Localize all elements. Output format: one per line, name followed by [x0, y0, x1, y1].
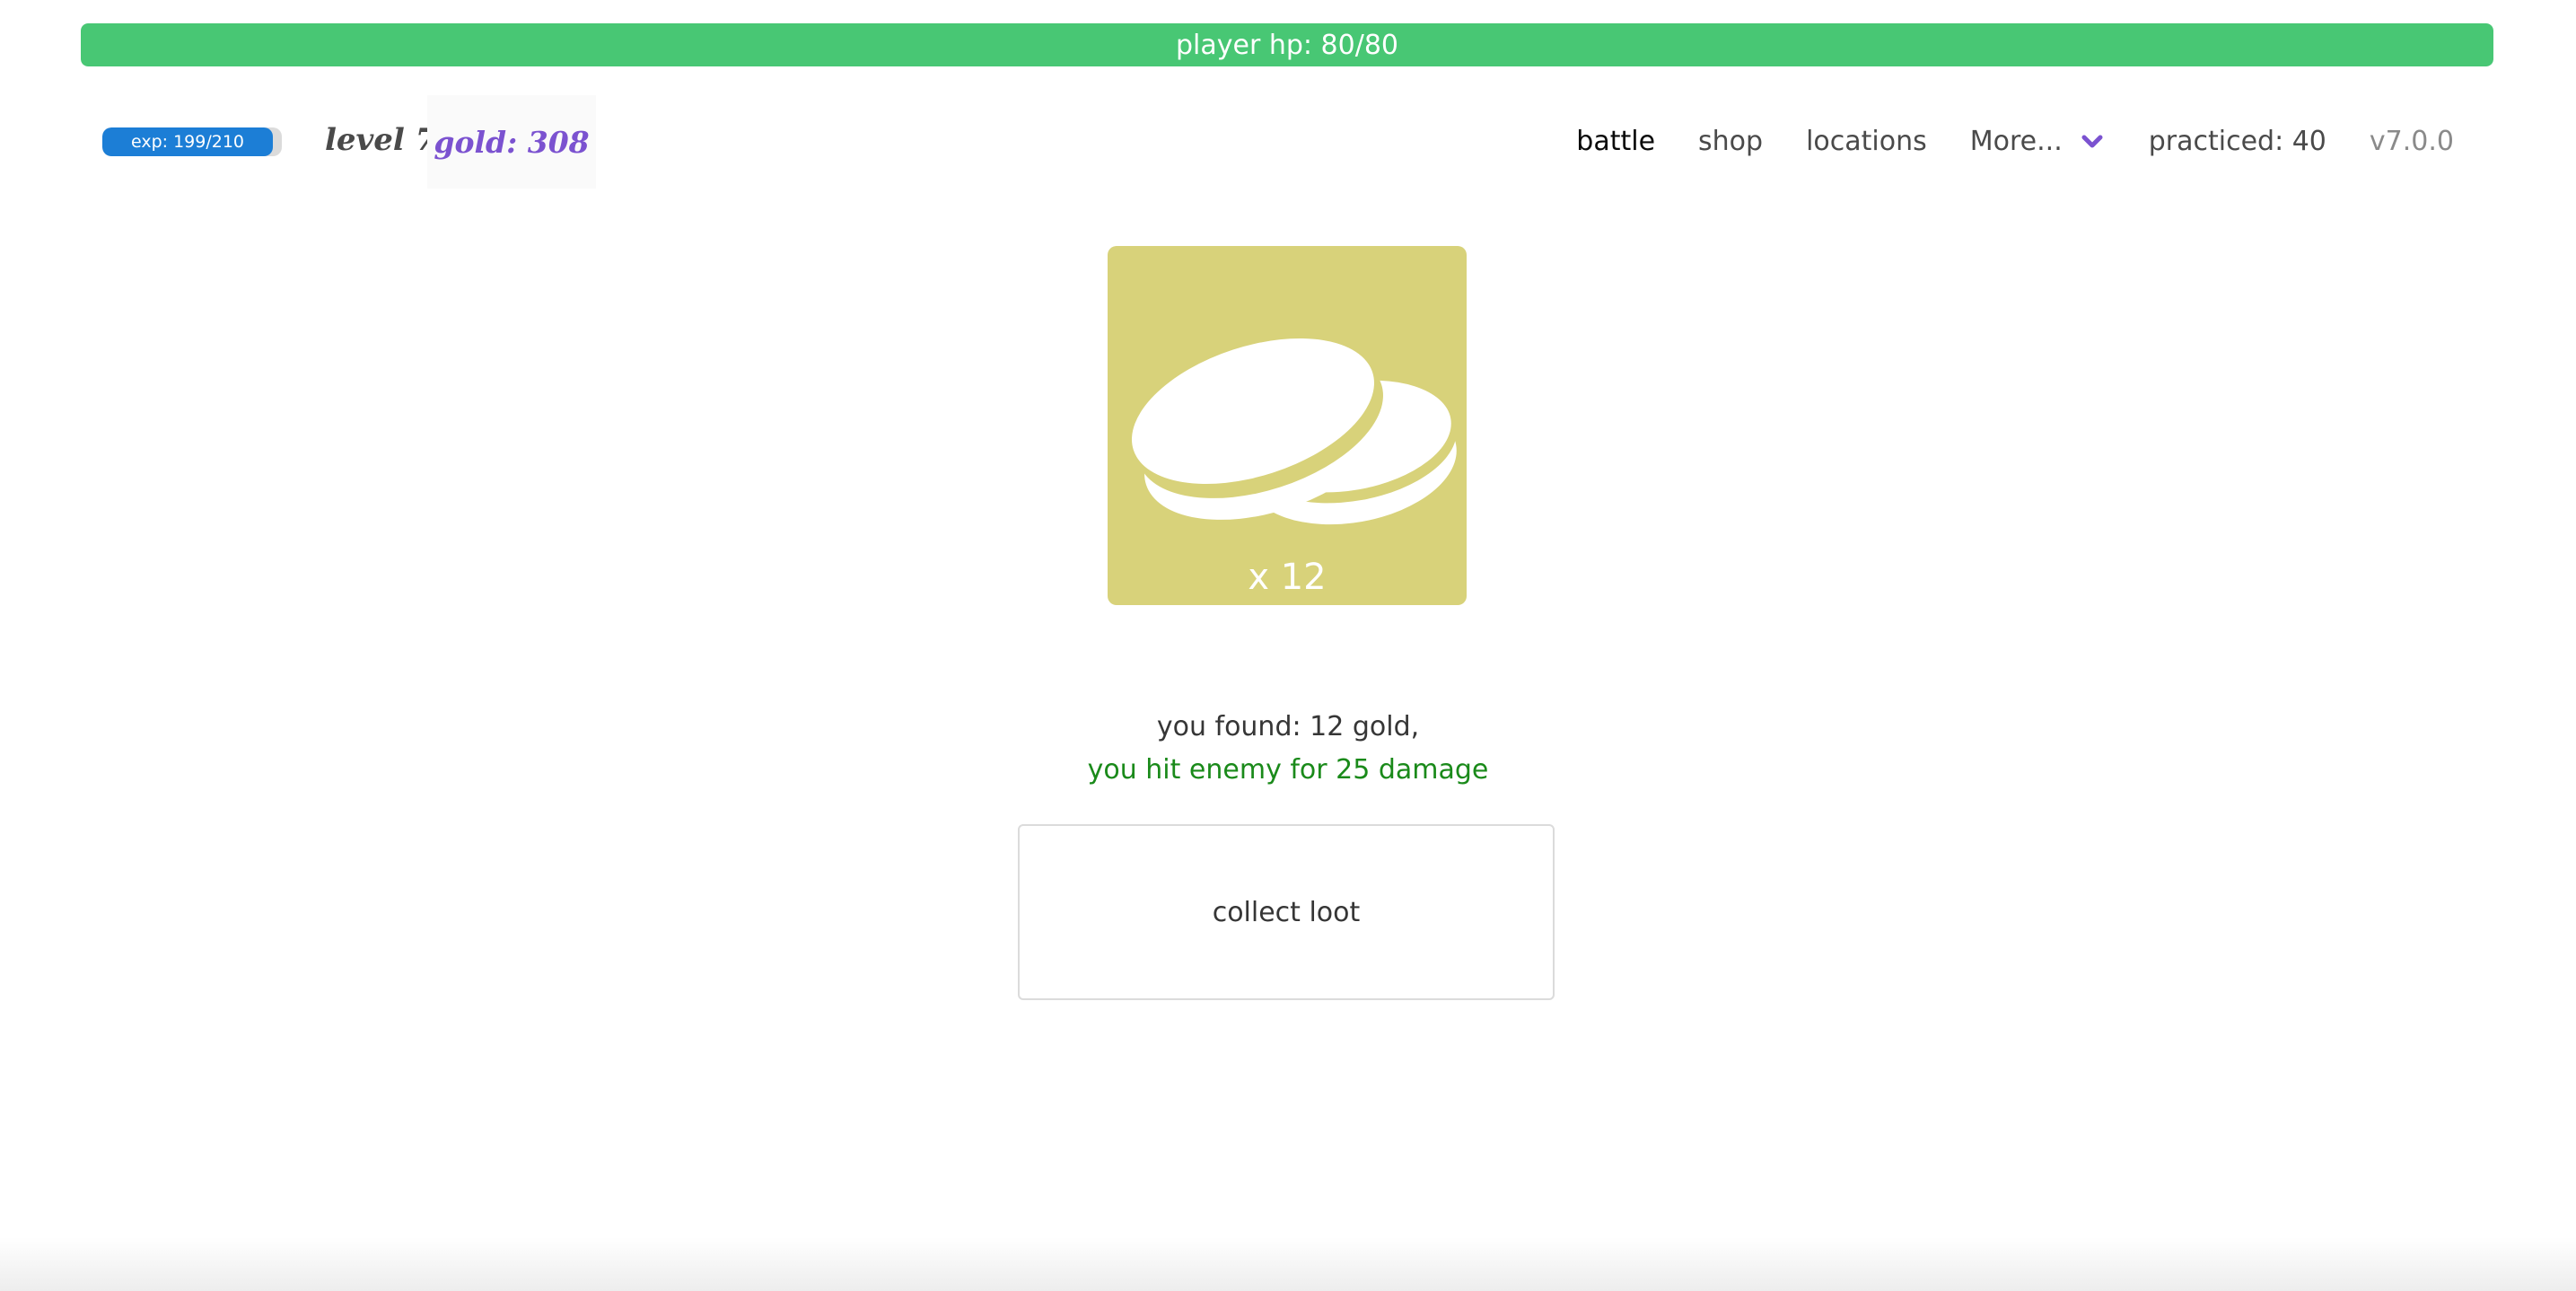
- loot-card: x 12: [1108, 246, 1467, 605]
- nav-locations-link[interactable]: locations: [1784, 119, 1949, 165]
- coins-icon: [1132, 338, 1457, 525]
- top-navbar: exp: 199/210 level 7 gold: 308 battle sh…: [0, 93, 2576, 189]
- bottom-shadow: [0, 1237, 2576, 1291]
- player-hp-bar: player hp: 80/80: [81, 23, 2493, 66]
- nav-more-label: More...: [1969, 126, 2063, 157]
- player-hp-label: player hp: 80/80: [1176, 29, 1398, 61]
- gold-counter: gold: 308: [427, 95, 596, 189]
- chevron-down-icon: [2081, 135, 2103, 148]
- hit-message: you hit enemy for 25 damage: [1087, 754, 1489, 786]
- nav-battle-link[interactable]: battle: [1555, 119, 1677, 165]
- loot-count-label: x 12: [1248, 557, 1327, 598]
- practiced-counter: practiced: 40: [2148, 126, 2326, 157]
- level-indicator: level 7: [325, 122, 437, 158]
- found-message: you found: 12 gold,: [1156, 711, 1420, 742]
- collect-loot-button[interactable]: collect loot: [1018, 824, 1555, 1000]
- version-label: v7.0.0: [2369, 126, 2454, 157]
- nav-menu: battle shop locations More... practiced:…: [1555, 119, 2475, 165]
- gold-label: gold: 308: [434, 124, 590, 160]
- nav-shop-link[interactable]: shop: [1677, 119, 1784, 165]
- exp-progress-bar: exp: 199/210: [102, 127, 282, 156]
- exp-label: exp: 199/210: [130, 132, 245, 152]
- nav-more-dropdown[interactable]: More...: [1949, 119, 2127, 165]
- game-screen: player hp: 80/80 exp: 199/210 level 7 go…: [0, 0, 2576, 1291]
